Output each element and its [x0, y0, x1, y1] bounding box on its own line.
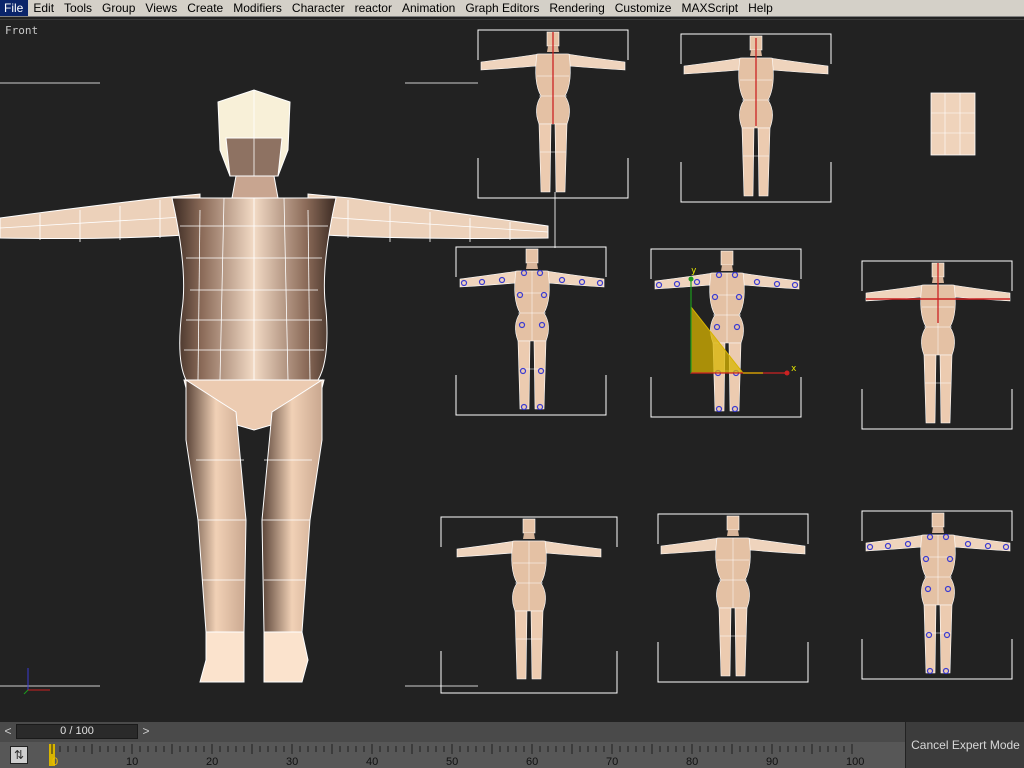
mini-view-6: [861, 260, 1013, 430]
menu-customize[interactable]: Customize: [610, 0, 677, 16]
front-viewport[interactable]: Front y x: [0, 19, 1024, 723]
large-character-mesh: [0, 89, 549, 683]
frame-ruler[interactable]: 0 10 20 30 40 50 60 70 80 90 100: [42, 742, 902, 768]
key-mode-icon[interactable]: ⇅: [10, 746, 28, 764]
menu-maxscript[interactable]: MAXScript: [676, 0, 743, 16]
menu-bar: File Edit Tools Group Views Create Modifiers Ch…: [0, 0, 1024, 17]
menu-help[interactable]: Help: [743, 0, 778, 16]
next-frame-button[interactable]: >: [139, 724, 153, 739]
time-bar: < 0 / 100 >: [0, 722, 905, 742]
menu-tools[interactable]: Tools: [59, 0, 97, 16]
ruler-label: 60: [526, 756, 538, 768]
ruler-label: 10: [126, 756, 138, 768]
menu-group[interactable]: Group: [97, 0, 140, 16]
menu-character[interactable]: Character: [287, 0, 350, 16]
scene-canvas[interactable]: y x: [0, 20, 1024, 723]
menu-modifiers[interactable]: Modifiers: [228, 0, 287, 16]
mini-view-4: [455, 246, 607, 416]
track-bar[interactable]: ⇅ 0 10 20 30 40 50 60 70 80 90 100: [0, 742, 905, 768]
ruler-label: 50: [446, 756, 458, 768]
mini-view-5: y x: [650, 248, 802, 418]
menu-views[interactable]: Views: [140, 0, 182, 16]
mini-view-3: [930, 92, 976, 156]
menu-graph-editors[interactable]: Graph Editors: [460, 0, 544, 16]
svg-text:x: x: [791, 364, 797, 374]
mini-view-9: [861, 510, 1013, 680]
time-slider[interactable]: 0 / 100: [16, 724, 138, 739]
mini-view-7: [440, 516, 618, 694]
ruler-label: 20: [206, 756, 218, 768]
ruler-label: 40: [366, 756, 378, 768]
ruler-label: 80: [686, 756, 698, 768]
mini-view-2: [680, 33, 832, 203]
cancel-expert-mode-button[interactable]: Cancel Expert Mode: [906, 738, 1024, 752]
menu-rendering[interactable]: Rendering: [544, 0, 609, 16]
menu-file[interactable]: File: [0, 0, 29, 16]
menu-edit[interactable]: Edit: [28, 0, 59, 16]
axis-tripod-icon: [23, 668, 50, 695]
ruler-label: 0: [52, 756, 58, 768]
mini-view-1: [477, 29, 629, 199]
mini-view-8: [657, 513, 809, 683]
svg-text:y: y: [691, 266, 697, 276]
menu-create[interactable]: Create: [182, 0, 228, 16]
menu-animation[interactable]: Animation: [397, 0, 460, 16]
ruler-label: 70: [606, 756, 618, 768]
ruler-label: 90: [766, 756, 778, 768]
expert-panel: Cancel Expert Mode: [905, 722, 1024, 768]
ruler-label: 30: [286, 756, 298, 768]
ruler-label: 100: [846, 756, 864, 768]
menu-reactor[interactable]: reactor: [350, 0, 397, 16]
prev-frame-button[interactable]: <: [1, 724, 15, 739]
